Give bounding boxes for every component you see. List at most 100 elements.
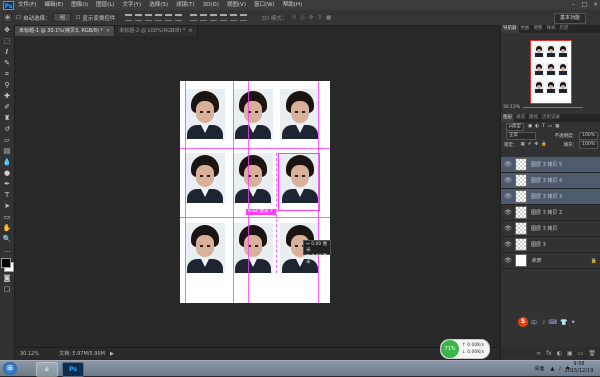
id-photo[interactable] (185, 223, 225, 273)
layer-name[interactable]: 图层 3 拷贝 (531, 225, 557, 232)
tab-channels[interactable]: 通道 (514, 114, 527, 122)
menu-image[interactable]: 图像(I) (67, 0, 92, 10)
align-right-icon[interactable] (175, 14, 183, 21)
distribute-hcenter-icon[interactable] (230, 14, 238, 21)
gradient-tool-icon[interactable]: ▤ (1, 147, 13, 156)
filter-pixel-icon[interactable]: ▣ (528, 124, 532, 129)
menu-view[interactable]: 视图(V) (223, 0, 250, 10)
menu-window[interactable]: 窗口(W) (250, 0, 279, 10)
trash-icon[interactable]: 🗑 (588, 350, 596, 357)
layer-row[interactable]: 👁 图层 3 拷贝 (501, 221, 600, 237)
layer-row-background[interactable]: 👁 背景 🔒 (501, 253, 600, 269)
lock-transparent-icon[interactable]: ▦ (521, 142, 525, 147)
healing-brush-tool-icon[interactable]: ✚ (1, 92, 13, 101)
filter-shape-icon[interactable]: ▭ (548, 124, 552, 129)
tab-history[interactable]: 历史 (558, 25, 571, 33)
dodge-tool-icon[interactable]: ● (1, 169, 13, 178)
menu-filter[interactable]: 滤镜(T) (172, 0, 199, 10)
lock-image-icon[interactable]: ✐ (528, 142, 532, 147)
id-photo[interactable] (233, 223, 273, 273)
id-photo[interactable] (185, 153, 225, 203)
close-icon[interactable]: × (188, 28, 192, 34)
ime-toolbar[interactable]: S 中 ☽ ⌨ 👕 ✦ (518, 317, 588, 327)
guide-line[interactable] (233, 81, 234, 303)
sogou-ime-icon[interactable]: S (518, 317, 528, 327)
align-left-icon[interactable] (155, 14, 163, 21)
eye-icon[interactable]: 👁 (504, 177, 512, 184)
filter-smart-icon[interactable]: ▦ (555, 124, 559, 129)
minimize-button[interactable]: – (569, 1, 578, 9)
layer-style-icon[interactable]: fx (546, 350, 552, 357)
tab-adjustments[interactable]: 调整 (532, 25, 545, 33)
zoom-level[interactable]: 30.12% (20, 351, 39, 357)
navigator-zoom-slider[interactable] (523, 107, 583, 108)
layer-row[interactable]: 👁 图层 3 拷贝 4 (501, 173, 600, 189)
auto-select-checkbox[interactable]: ☐ (16, 15, 21, 21)
tab-styles[interactable]: 样式 (545, 25, 558, 33)
fill-input[interactable]: 100% (579, 140, 598, 149)
3d-scale-icon[interactable]: ■ (326, 15, 331, 21)
align-vcenter-icon[interactable] (135, 14, 143, 21)
auto-select-dropdown[interactable]: 组 (53, 13, 72, 22)
distribute-top-icon[interactable] (190, 14, 198, 21)
3d-pan-icon[interactable]: ✥ (309, 15, 314, 21)
menu-3d[interactable]: 3D(D) (199, 0, 223, 10)
menu-type[interactable]: 文字(Y) (119, 0, 146, 10)
close-icon[interactable]: × (106, 28, 110, 34)
layer-row[interactable]: 👁 图层 3 拷贝 2 (501, 205, 600, 221)
status-arrow-icon[interactable]: ▶ (110, 351, 114, 357)
ime-punct-icon[interactable]: ☽ (540, 319, 545, 326)
layer-name[interactable]: 背景 (531, 257, 541, 264)
menu-edit[interactable]: 编辑(E) (40, 0, 67, 10)
shape-tool-icon[interactable]: ▭ (1, 213, 13, 222)
pen-tool-icon[interactable]: ✒ (1, 180, 13, 189)
link-layers-icon[interactable]: ∞ (536, 350, 541, 357)
blend-mode-dropdown[interactable]: 正常 (506, 131, 536, 140)
path-select-tool-icon[interactable]: ➤ (1, 202, 13, 211)
tab-swatches[interactable]: 色板 (519, 25, 532, 33)
workspace-dropdown[interactable]: 基本功能 (554, 13, 586, 24)
maximize-button[interactable]: □ (580, 1, 589, 9)
layer-name[interactable]: 图层 3 拷贝 5 (531, 161, 562, 168)
ime-keyboard-icon[interactable]: ⌨ (548, 319, 557, 326)
3d-roll-icon[interactable]: ◎ (300, 15, 305, 21)
desktop-toolbar-label[interactable]: 桌面 (534, 365, 544, 372)
close-button[interactable]: × (591, 1, 600, 9)
eye-icon[interactable]: 👁 (504, 209, 512, 216)
show-transform-checkbox[interactable]: ☐ (75, 15, 80, 21)
quick-select-tool-icon[interactable]: ✎ (1, 59, 13, 68)
tab-layers[interactable]: 图层 (501, 114, 514, 122)
ime-skin-icon[interactable]: 👕 (560, 319, 567, 326)
menu-select[interactable]: 选择(S) (145, 0, 172, 10)
eye-icon[interactable]: 👁 (504, 161, 512, 168)
layer-row[interactable]: 👁 图层 3 (501, 237, 600, 253)
blur-tool-icon[interactable]: 💧 (1, 158, 13, 167)
eye-icon[interactable]: 👁 (504, 225, 512, 232)
history-brush-tool-icon[interactable]: ↺ (1, 125, 13, 134)
brush-tool-icon[interactable]: ✐ (1, 103, 13, 112)
guide-line[interactable] (248, 81, 249, 303)
layer-name[interactable]: 图层 3 拷贝 2 (531, 209, 562, 216)
layer-name[interactable]: 图层 3 拷贝 3 (531, 193, 562, 200)
start-button[interactable]: ⊞ (3, 362, 17, 375)
system-clock[interactable]: 9:58 2015/12/19 (561, 361, 597, 375)
eye-icon[interactable]: 👁 (504, 241, 512, 248)
layer-row[interactable]: 👁 图层 3 拷贝 3 (501, 189, 600, 205)
eyedropper-tool-icon[interactable]: ⚲ (1, 81, 13, 90)
menu-file[interactable]: 文件(F) (14, 0, 40, 10)
id-photo[interactable] (233, 153, 273, 203)
distribute-left-icon[interactable] (220, 14, 228, 21)
stamp-tool-icon[interactable]: ♜ (1, 114, 13, 123)
opacity-input[interactable]: 100% (579, 131, 598, 140)
id-photo[interactable] (233, 89, 273, 139)
menu-layer[interactable]: 图层(L) (92, 0, 118, 10)
tab-history-log[interactable]: 历史记录 (540, 114, 562, 122)
lock-all-icon[interactable]: 🔒 (541, 142, 547, 147)
tab-untitled-1[interactable]: 未标题-1 @ 30.1%(拷贝3, RGB/8) * × (15, 26, 116, 36)
guide-line[interactable] (185, 81, 186, 303)
navigator-preview[interactable] (530, 40, 572, 104)
more-tools-icon[interactable]: … (1, 246, 13, 255)
move-tool-icon[interactable]: ✥ (1, 26, 13, 35)
3d-slide-icon[interactable]: ⇕ (317, 15, 322, 21)
crop-tool-icon[interactable]: ⌗ (1, 70, 13, 79)
